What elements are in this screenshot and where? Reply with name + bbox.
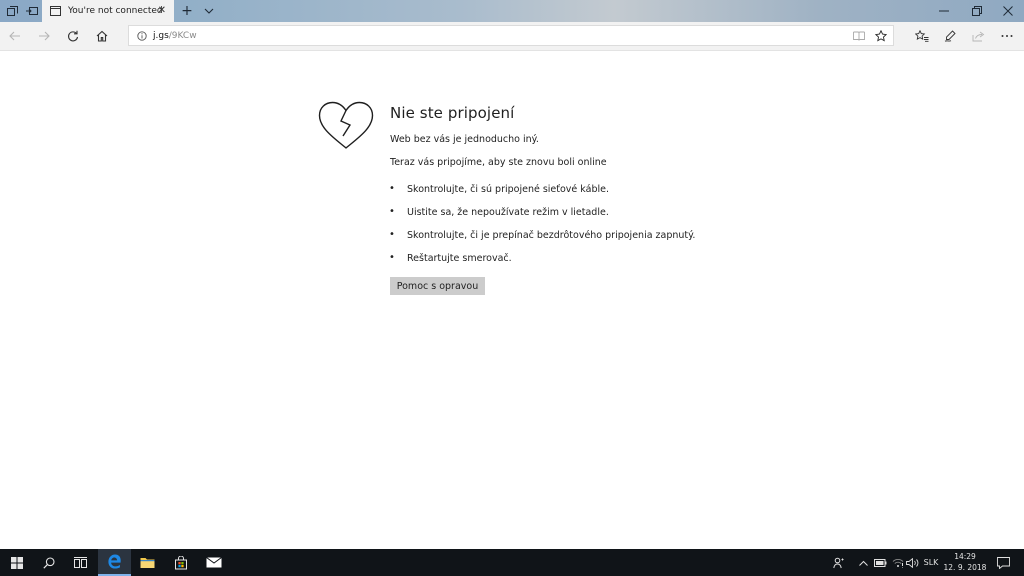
page-intro: Teraz vás pripojíme, aby ste znovu boli …: [390, 157, 607, 168]
task-view-icon: [74, 556, 87, 568]
list-item: Reštartujte smerovač.: [389, 252, 512, 264]
tabs-aside-icon: [6, 6, 18, 16]
task-view-button[interactable]: [64, 549, 97, 576]
share-icon: [972, 31, 984, 41]
page-title: Nie ste pripojení: [390, 104, 515, 122]
restore-button[interactable]: [961, 0, 993, 22]
home-icon: [96, 30, 108, 42]
title-bar: You're not connected ✕ +: [0, 0, 1024, 22]
address-bar[interactable]: j.gs/9KCw: [128, 25, 894, 46]
error-content: Nie ste pripojení Web bez vás je jednodu…: [389, 104, 770, 295]
edge-icon: [108, 554, 121, 569]
people-button[interactable]: [830, 549, 848, 576]
back-icon: [9, 31, 20, 41]
favorites-star-list-icon: [915, 30, 929, 42]
taskbar-file-explorer[interactable]: [131, 549, 164, 576]
action-center-button[interactable]: [992, 549, 1014, 576]
people-icon: [833, 557, 844, 568]
reading-view-button[interactable]: [852, 29, 866, 43]
volume-button[interactable]: [904, 549, 920, 576]
clock-time: 14:29: [954, 552, 976, 561]
taskbar-mail[interactable]: [197, 549, 230, 576]
url-text[interactable]: j.gs/9KCw: [153, 31, 197, 41]
notifications-icon: [996, 556, 1010, 569]
page-favicon-icon: [50, 5, 62, 17]
plus-icon: +: [181, 3, 193, 19]
url-path: /9KCw: [168, 30, 197, 41]
list-item: Uistite sa, že nepoužívate režim v lieta…: [389, 206, 609, 218]
broken-heart-icon: [318, 101, 374, 149]
info-icon[interactable]: [137, 30, 147, 41]
tab-preview-button[interactable]: [202, 0, 216, 22]
settings-more-button[interactable]: [997, 26, 1017, 46]
taskbar-store[interactable]: [164, 549, 197, 576]
file-explorer-icon: [140, 558, 155, 568]
list-item: Skontrolujte, či je prepínač bezdrôtovéh…: [389, 229, 695, 241]
back-button[interactable]: [5, 26, 25, 46]
close-window-button[interactable]: [992, 0, 1024, 22]
taskbar-edge[interactable]: [98, 549, 131, 576]
tabs-restore-icon: [26, 7, 38, 15]
troubleshoot-button[interactable]: Pomoc s opravou: [390, 277, 485, 295]
minimize-icon: [939, 10, 949, 12]
taskbar: SLK 14:29 12. 9. 2018: [0, 549, 1024, 576]
pen-icon: [944, 30, 956, 42]
refresh-button[interactable]: [63, 26, 83, 46]
windows-start-icon: [11, 556, 23, 569]
restore-icon: [972, 6, 982, 16]
wifi-no-internet-icon: [892, 558, 903, 568]
refresh-icon: [68, 30, 79, 42]
start-button[interactable]: [0, 549, 34, 576]
tab-close-icon[interactable]: ✕: [158, 5, 166, 16]
input-language[interactable]: SLK: [920, 549, 942, 576]
favorites-button[interactable]: [912, 26, 932, 46]
star-icon: [875, 30, 887, 42]
more-dots-icon: [1001, 35, 1013, 37]
battery-button[interactable]: [872, 549, 888, 576]
browser-toolbar: j.gs/9KCw: [0, 22, 1024, 51]
list-item: Skontrolujte, či sú pripojené sieťové ká…: [389, 183, 609, 195]
new-tab-button[interactable]: +: [180, 0, 194, 22]
mail-icon: [205, 557, 222, 568]
chevron-down-icon: [204, 8, 214, 14]
close-icon: [1003, 6, 1013, 16]
taskbar-clock[interactable]: 14:29 12. 9. 2018: [940, 551, 990, 573]
forward-icon: [39, 31, 50, 41]
home-button[interactable]: [92, 26, 112, 46]
store-icon: [174, 555, 187, 569]
forward-button[interactable]: [34, 26, 54, 46]
book-icon: [853, 31, 865, 41]
minimize-button[interactable]: [928, 0, 960, 22]
add-notes-button[interactable]: [940, 26, 960, 46]
clock-date: 12. 9. 2018: [943, 563, 987, 572]
set-aside-tabs-button[interactable]: [4, 0, 20, 22]
show-aside-tabs-button[interactable]: [24, 0, 40, 22]
share-button[interactable]: [968, 26, 988, 46]
add-favorite-button[interactable]: [874, 29, 888, 43]
search-icon: [42, 556, 55, 569]
page-subtitle: Web bez vás je jednoducho iný.: [390, 134, 539, 145]
battery-icon: [873, 558, 886, 567]
chevron-up-icon: [858, 560, 868, 566]
search-button[interactable]: [32, 549, 65, 576]
show-hidden-icons-button[interactable]: [856, 549, 870, 576]
speaker-icon: [905, 557, 918, 568]
url-host: j.gs: [153, 30, 169, 41]
tab-title: You're not connected: [68, 6, 163, 16]
tab-active[interactable]: You're not connected ✕: [42, 0, 174, 22]
